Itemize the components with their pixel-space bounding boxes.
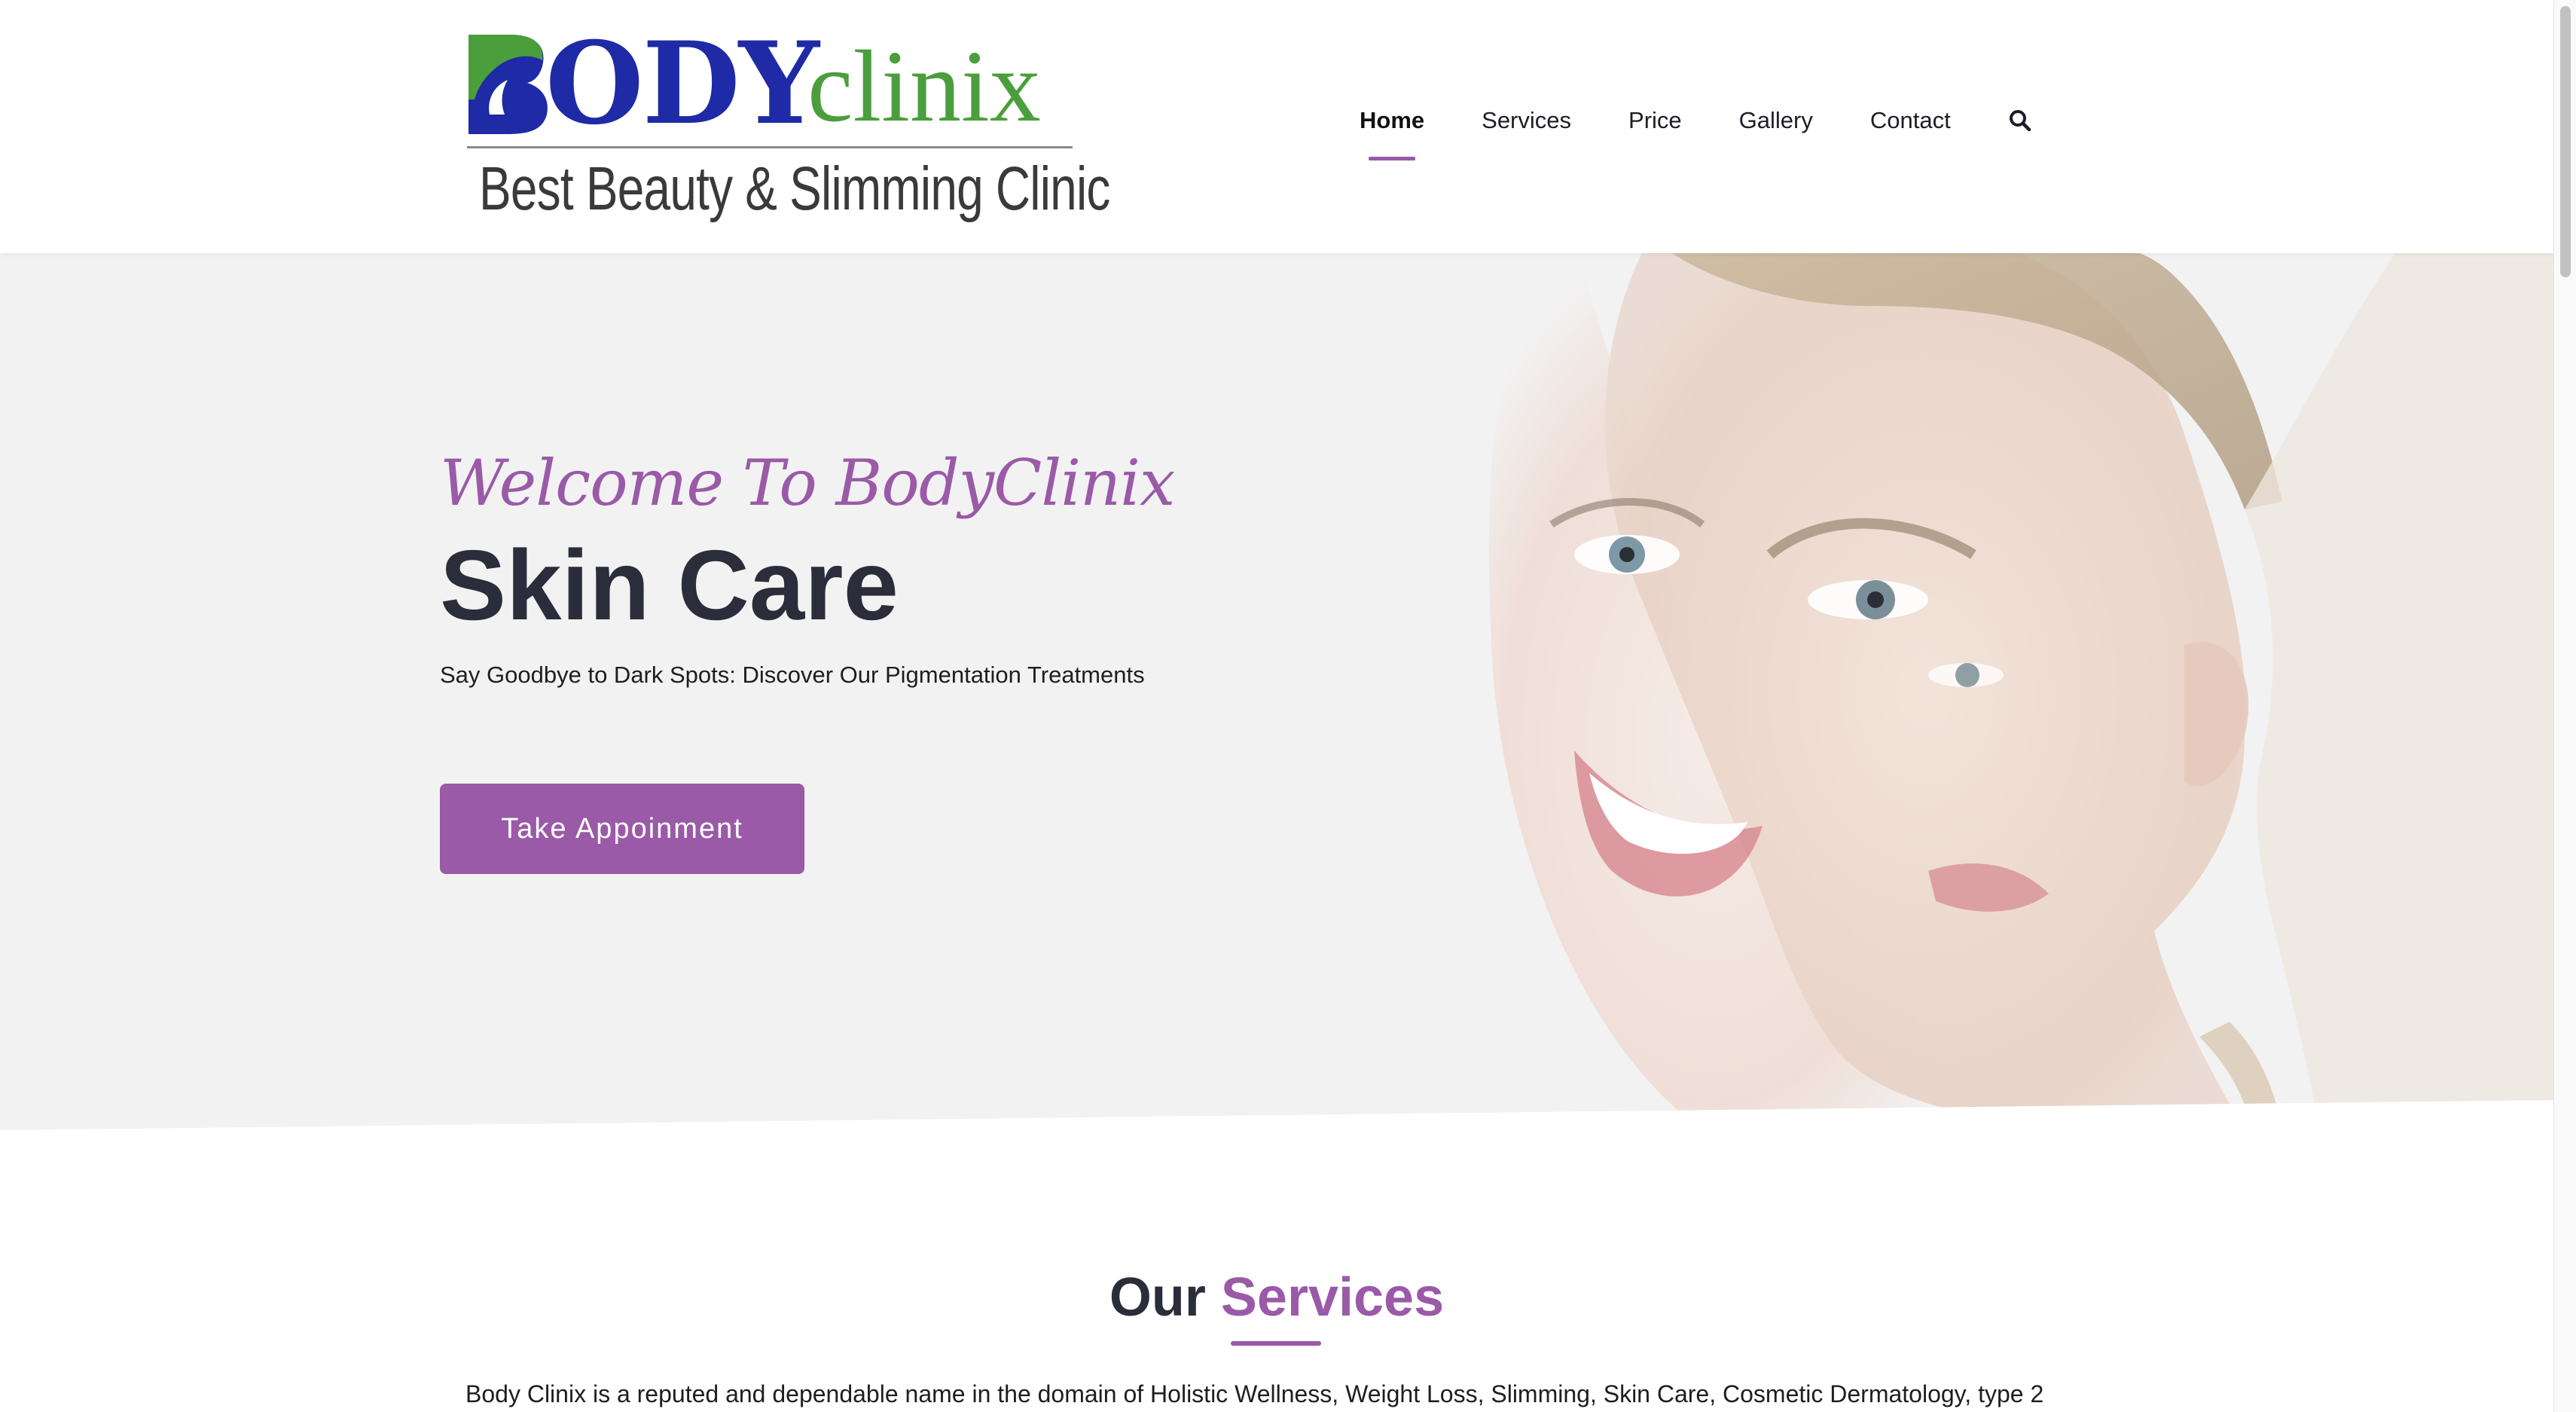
take-appointment-button[interactable]: Take Appoinment [440, 784, 804, 874]
logo-wordmark-clinix: clinix [807, 30, 1041, 143]
site-header: ODY clinix Best Beauty & Slimming Clinic… [0, 0, 2553, 253]
services-heading-dark: Our [1109, 1267, 1206, 1328]
scrollbar-thumb[interactable] [2560, 6, 2571, 277]
hero-bottom-edge [0, 1100, 2553, 1145]
page-scrollbar[interactable] [2553, 0, 2576, 1412]
hero-text-block: Welcome To BodyClinix Skin Care Say Good… [440, 442, 1175, 689]
services-heading: Our Services [0, 1260, 2553, 1335]
services-underline [1231, 1341, 1321, 1346]
main-navigation: Home Services Price Gallery Contact [1360, 105, 2032, 160]
hero-face-image [1488, 253, 2553, 1130]
brand-logo[interactable]: ODY clinix Best Beauty & Slimming Clinic [461, 17, 1110, 225]
hero-subtitle: Say Goodbye to Dark Spots: Discover Our … [440, 662, 1145, 688]
nav-item-contact[interactable]: Contact [1870, 105, 1951, 136]
hero-title: Skin Care [440, 530, 899, 640]
logo-divider [467, 146, 1073, 148]
hero-banner: Welcome To BodyClinix Skin Care Say Good… [0, 253, 2553, 1130]
logo-tagline: Best Beauty & Slimming Clinic [479, 154, 1110, 223]
logo-b-leaf-mark [469, 35, 548, 134]
nav-item-gallery[interactable]: Gallery [1739, 105, 1813, 136]
nav-item-services[interactable]: Services [1482, 105, 1571, 136]
take-appointment-label: Take Appoinment [501, 812, 743, 845]
hero-welcome-text: Welcome To BodyClinix [440, 446, 1175, 520]
nav-item-price[interactable]: Price [1628, 105, 1682, 136]
services-description: Body Clinix is a reputed and dependable … [465, 1380, 2044, 1407]
services-heading-accent: Services [1220, 1267, 1445, 1328]
logo-wordmark-body: ODY [545, 17, 819, 150]
nav-item-home[interactable]: Home [1360, 105, 1424, 160]
search-icon[interactable] [2008, 108, 2032, 133]
